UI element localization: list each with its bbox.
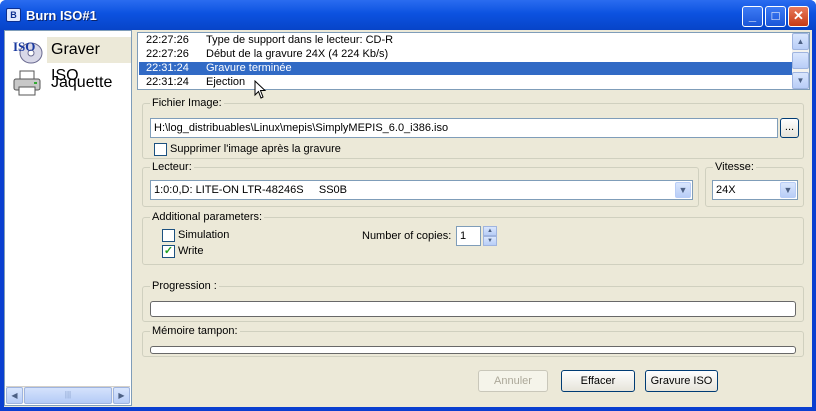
copies-label: Number of copies: [362,230,452,242]
sidebar-item-label: Jaquette [51,74,113,91]
log-message: Ejection [206,76,246,88]
iso-disc-icon: ISO [13,39,43,64]
log-time: 22:31:24 [146,76,189,88]
additional-params-group: Additional parameters: Simulation ✓ Writ… [142,211,804,265]
drive-group: Lecteur: 1:0:0,D: LITE-ON LTR-48246S SS0… [142,161,699,207]
group-label: Fichier Image: [150,97,224,109]
progress-group: Progression : [142,280,804,322]
speed-select[interactable]: 24X ▼ [712,180,798,200]
image-file-group: Fichier Image: H:\log_distribuables\Linu… [142,97,804,159]
scroll-down-button[interactable]: ▼ [792,72,809,89]
log-time: 22:27:26 [146,34,189,46]
speed-group: Vitesse: 24X ▼ [705,161,804,207]
log-message: Début de la gravure 24X (4 224 Kb/s) [206,48,389,60]
group-label: Additional parameters: [150,211,265,223]
window-title: Burn ISO#1 [26,8,97,23]
sidebar-item-label: Graver ISO [47,37,131,84]
group-label: Lecteur: [150,161,194,173]
scroll-right-button[interactable]: ▶ [113,387,130,404]
cancel-button[interactable]: Annuler [478,370,548,392]
sidebar: ISO Graver ISO Jaquette ◀ ||| ▶ [4,30,132,406]
group-label: Progression : [150,280,219,292]
chevron-down-icon[interactable]: ▼ [675,182,691,198]
progress-bar [150,301,796,317]
scroll-up-button[interactable]: ▲ [792,33,809,50]
log-list[interactable]: 22:27:26 Type de support dans le lecteur… [137,32,810,90]
buffer-group: Mémoire tampon: [142,325,804,357]
image-path-field[interactable]: H:\log_distribuables\Linux\mepis\SimplyM… [150,118,778,138]
log-message: Type de support dans le lecteur: CD-R [206,34,394,46]
buffer-bar [150,346,796,354]
mouse-cursor-icon [254,80,267,99]
title-bar[interactable]: B Burn ISO#1 _ □ ✕ [0,0,816,30]
printer-icon [13,70,41,96]
delete-after-label: Supprimer l'image après la gravure [170,143,341,155]
burn-iso-button[interactable]: Gravure ISO [645,370,718,392]
simulation-checkbox[interactable] [162,229,175,242]
log-time: 22:31:24 [146,62,189,74]
spin-down-icon[interactable]: ▼ [483,236,497,246]
iso-icon-text: ISO [13,39,35,54]
log-message: Gravure terminée [206,62,292,74]
simulation-label: Simulation [178,229,230,241]
sidebar-item-jaquette[interactable]: Jaquette [7,66,131,100]
sidebar-item-graver-iso[interactable]: ISO Graver ISO [7,33,131,84]
scroll-left-button[interactable]: ◀ [6,387,23,404]
app-icon: B [6,8,21,22]
log-vertical-scrollbar[interactable]: ▲ ▼ [792,33,809,89]
write-label: Write [178,245,204,257]
scroll-thumb[interactable] [792,52,809,69]
log-row[interactable]: 22:31:24 Ejection [139,76,792,89]
drive-select-value: 1:0:0,D: LITE-ON LTR-48246S SS0B [154,184,347,196]
drive-select[interactable]: 1:0:0,D: LITE-ON LTR-48246S SS0B ▼ [150,180,693,200]
write-checkbox[interactable]: ✓ [162,245,175,258]
window-client-area: ISO Graver ISO Jaquette ◀ ||| ▶ 22:27:26… [4,30,812,407]
speed-select-value: 24X [716,184,736,196]
log-time: 22:27:26 [146,48,189,60]
burn-iso-window: B Burn ISO#1 _ □ ✕ ISO Graver ISO Jaquet… [0,0,816,411]
group-label: Mémoire tampon: [150,325,240,337]
log-row[interactable]: 22:27:26 Début de la gravure 24X (4 224 … [139,48,792,61]
copies-input[interactable]: 1 [456,226,481,246]
copies-spinner[interactable]: ▲ ▼ [483,226,497,246]
chevron-down-icon[interactable]: ▼ [780,182,796,198]
delete-after-checkbox[interactable] [154,143,167,156]
close-button[interactable]: ✕ [788,6,809,27]
sidebar-horizontal-scrollbar[interactable]: ◀ ||| ▶ [6,386,130,404]
maximize-button[interactable]: □ [765,6,786,27]
group-label: Vitesse: [713,161,756,173]
scroll-thumb[interactable]: ||| [24,387,112,404]
minimize-button[interactable]: _ [742,6,763,27]
browse-button[interactable]: ... [780,118,799,138]
clear-button[interactable]: Effacer [561,370,635,392]
spin-up-icon[interactable]: ▲ [483,226,497,236]
log-row-selected[interactable]: 22:31:24 Gravure terminée [139,62,792,75]
log-row[interactable]: 22:27:26 Type de support dans le lecteur… [139,34,792,47]
